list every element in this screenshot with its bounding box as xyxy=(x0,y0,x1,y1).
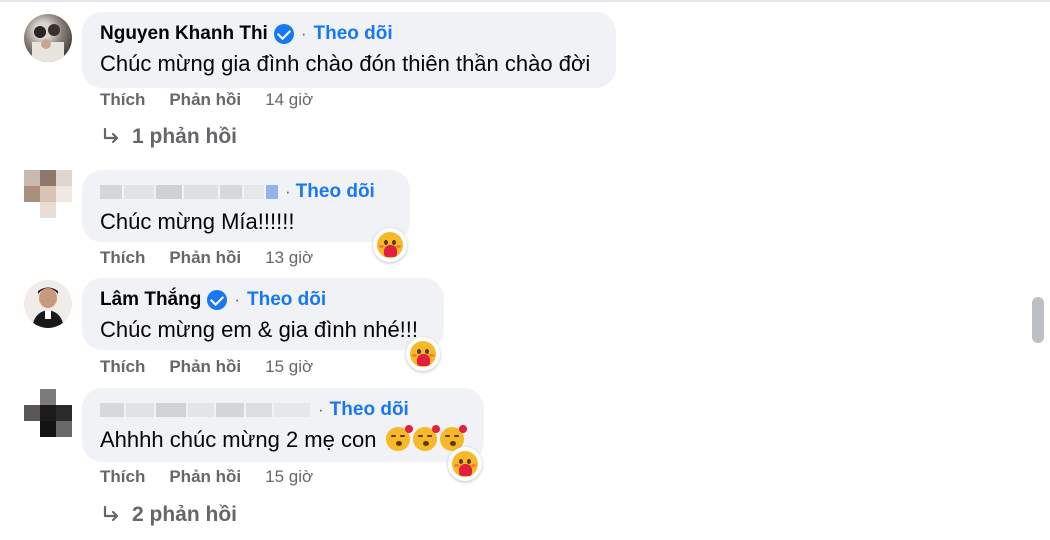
view-replies-link[interactable]: 1 phản hồi xyxy=(100,125,237,149)
follow-button[interactable]: Theo dõi xyxy=(314,23,393,45)
comment-timestamp[interactable]: 13 giờ xyxy=(265,248,313,268)
comment-bubble: · Theo dõi Chúc mừng Mía!!!!!! xyxy=(82,170,410,242)
comment-text: Chúc mừng em & gia đình nhé!!! xyxy=(100,317,419,342)
verified-badge-icon xyxy=(273,24,294,44)
blurred-author-name: · Theo dõi xyxy=(100,178,392,206)
avatar[interactable] xyxy=(24,14,72,62)
comment-actions: Thích Phản hồi 15 giờ xyxy=(100,467,313,487)
reply-button[interactable]: Phản hồi xyxy=(169,467,241,487)
view-replies-link[interactable]: 2 phản hồi xyxy=(100,503,237,527)
blurred-author-name: · Theo dõi xyxy=(100,396,466,424)
reply-arrow-icon xyxy=(103,505,119,522)
replies-count: 2 phản hồi xyxy=(132,503,237,526)
comment-author[interactable]: Lâm Thắng xyxy=(100,289,201,311)
reaction-badge[interactable] xyxy=(448,447,482,481)
verified-badge-icon xyxy=(207,290,228,310)
comment-timestamp[interactable]: 15 giờ xyxy=(265,467,313,487)
like-button[interactable]: Thích xyxy=(100,467,145,487)
avatar[interactable] xyxy=(24,280,72,328)
separator-dot: · xyxy=(285,182,291,201)
like-button[interactable]: Thích xyxy=(100,90,145,110)
comment-text: Ahhhh chúc mừng 2 mẹ con xyxy=(100,424,467,456)
like-button[interactable]: Thích xyxy=(100,248,145,268)
scrollbar-thumb[interactable] xyxy=(1032,297,1044,343)
avatar[interactable] xyxy=(24,170,72,218)
reply-button[interactable]: Phản hồi xyxy=(169,90,241,110)
care-emoji-icon xyxy=(452,451,478,477)
reply-button[interactable]: Phản hồi xyxy=(169,248,241,268)
follow-button[interactable]: Theo dõi xyxy=(296,181,375,203)
top-divider xyxy=(0,0,1050,2)
care-emoji-icon xyxy=(410,341,436,367)
comment-actions: Thích Phản hồi 14 giờ xyxy=(100,90,313,110)
reaction-badge[interactable] xyxy=(406,337,440,371)
separator-dot: · xyxy=(234,290,241,309)
care-emoji-icon xyxy=(377,232,403,258)
comment-bubble: Lâm Thắng · Theo dõi Chúc mừng em & gia … xyxy=(82,278,444,350)
separator-dot: · xyxy=(318,400,324,419)
comment-actions: Thích Phản hồi 15 giờ xyxy=(100,357,313,377)
comment-timestamp[interactable]: 14 giờ xyxy=(265,90,313,110)
comment-actions: Thích Phản hồi 13 giờ xyxy=(100,248,313,268)
comment-timestamp[interactable]: 15 giờ xyxy=(265,357,313,377)
kiss-emoji-icon xyxy=(412,425,440,451)
comment-author[interactable]: Nguyen Khanh Thi xyxy=(100,23,268,45)
reply-arrow-icon xyxy=(103,127,119,144)
comment-bubble: · Theo dõi Ahhhh chúc mừng 2 mẹ con xyxy=(82,388,484,462)
follow-button[interactable]: Theo dõi xyxy=(330,399,409,421)
comment-text-body: Ahhhh chúc mừng 2 mẹ con xyxy=(100,427,377,452)
replies-count: 1 phản hồi xyxy=(132,125,237,148)
comment-bubble: Nguyen Khanh Thi · Theo dõi Chúc mừng gi… xyxy=(82,12,616,88)
reply-button[interactable]: Phản hồi xyxy=(169,357,241,377)
like-button[interactable]: Thích xyxy=(100,357,145,377)
comment-text: Chúc mừng Mía!!!!!! xyxy=(100,209,295,234)
reaction-badge[interactable] xyxy=(373,228,407,262)
kiss-emoji-icon xyxy=(385,425,413,451)
follow-button[interactable]: Theo dõi xyxy=(247,289,326,311)
comment-text: Chúc mừng gia đình chào đón thiên thần c… xyxy=(100,51,591,76)
avatar[interactable] xyxy=(24,389,72,437)
separator-dot: · xyxy=(300,24,307,43)
